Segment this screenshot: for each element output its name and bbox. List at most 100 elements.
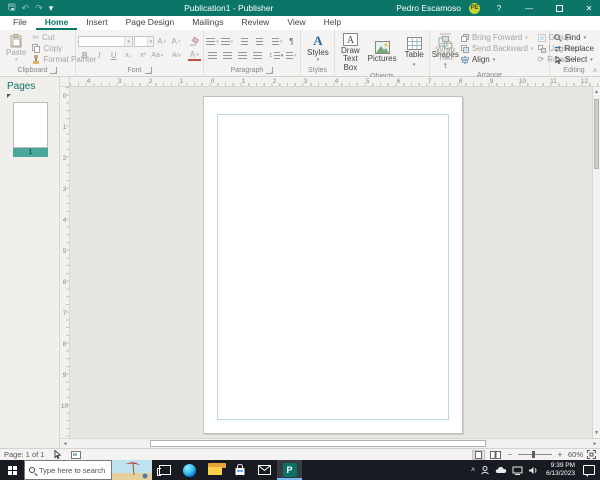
scroll-left-icon[interactable]: ◄ <box>60 439 70 448</box>
single-page-view-button[interactable] <box>471 449 485 460</box>
taskbar-search[interactable]: Type here to search <box>24 460 112 480</box>
volume-icon[interactable] <box>528 466 538 475</box>
styles-button[interactable]: A Styles ▾ <box>303 32 333 65</box>
scroll-up-icon[interactable]: ▲ <box>593 87 600 97</box>
font-size-input[interactable] <box>135 37 148 46</box>
minimize-button[interactable]: — <box>518 0 540 16</box>
file-explorer-button[interactable] <box>202 460 227 480</box>
ribbon-tab[interactable]: Page Design <box>117 15 184 30</box>
decrease-indent-button[interactable] <box>238 36 251 48</box>
align-button[interactable]: Align ▾ <box>459 54 536 65</box>
tray-chevron-icon[interactable]: ˄ <box>471 467 475 474</box>
task-view-button[interactable] <box>152 460 177 480</box>
edge-browser-button[interactable] <box>177 460 202 480</box>
borders-button[interactable]: ▾ <box>284 50 298 62</box>
bullets-button[interactable]: ▾ <box>206 36 219 48</box>
change-case-button[interactable]: Aa ▾ <box>151 50 165 62</box>
news-widget-thumbnail[interactable] <box>112 460 152 480</box>
horizontal-scrollbar[interactable]: ◄ ► <box>60 438 600 448</box>
ribbon-tab[interactable]: Insert <box>77 15 116 30</box>
page-thumbnail-number[interactable]: 1 <box>13 148 48 157</box>
taskbar-clock[interactable]: 9:39 PM 6/13/2023 <box>543 462 578 479</box>
vertical-ruler[interactable]: 0 1 2 3 4 5 6 7 8 9 10 <box>60 87 70 438</box>
align-left-button[interactable] <box>206 50 220 62</box>
wrap-text-button[interactable]: Wrap Text ▾ <box>432 32 459 72</box>
paragraph-dialog-launcher-icon[interactable] <box>266 67 274 75</box>
collapse-ribbon-icon[interactable]: ˄ <box>593 68 597 75</box>
help-button[interactable]: ? <box>488 0 510 16</box>
clipboard-dialog-launcher-icon[interactable] <box>50 67 58 75</box>
two-page-view-button[interactable] <box>489 450 502 460</box>
ribbon-tab[interactable]: Home <box>35 15 78 30</box>
paste-button[interactable]: Paste ▾ <box>2 32 30 65</box>
customize-qat-icon[interactable]: ▾ <box>49 3 54 14</box>
select-button[interactable]: Select ▾ <box>552 54 596 65</box>
horizontal-ruler[interactable]: 4 3 2 1 0 1 2 3 4 5 6 7 8 9 10 11 12 <box>70 77 600 87</box>
zoom-in-button[interactable]: + <box>556 450 564 459</box>
draw-text-box-button[interactable]: A Draw Text Box <box>337 32 364 73</box>
special-characters-button[interactable]: ¶ <box>285 36 298 48</box>
justify-button[interactable] <box>250 50 264 62</box>
increase-indent-button[interactable] <box>253 36 266 48</box>
scroll-down-icon[interactable]: ▼ <box>593 428 600 438</box>
line-spacing-button[interactable]: ↕ ▾ <box>269 50 283 62</box>
bring-forward-button[interactable]: Bring Forward ▾ <box>459 32 536 43</box>
collapse-pages-panel-icon[interactable] <box>7 94 11 98</box>
start-button[interactable] <box>0 460 24 480</box>
close-button[interactable]: ✕ <box>578 0 600 16</box>
onedrive-icon[interactable] <box>495 466 507 474</box>
italic-button[interactable]: I <box>93 50 107 62</box>
people-icon[interactable] <box>480 465 490 475</box>
undo-icon[interactable]: ↶ <box>22 3 30 14</box>
font-name-combobox[interactable]: ▾ <box>78 36 134 47</box>
font-dialog-launcher-icon[interactable] <box>144 67 152 75</box>
columns-button[interactable]: ▾ <box>271 36 284 48</box>
pictures-button[interactable]: Pictures <box>364 32 401 73</box>
ribbon-tab[interactable]: File <box>4 15 36 30</box>
underline-button[interactable]: U <box>107 50 121 62</box>
character-spacing-button[interactable]: AV ▾ <box>169 50 183 62</box>
scroll-right-icon[interactable]: ► <box>590 439 600 448</box>
subscript-button[interactable]: x₂ <box>122 50 136 62</box>
ribbon-tab[interactable]: Review <box>232 15 278 30</box>
avatar[interactable]: PE <box>469 2 480 14</box>
vertical-scroll-thumb[interactable] <box>594 99 599 169</box>
fit-page-icon[interactable] <box>587 450 596 459</box>
ribbon-tab[interactable]: View <box>278 15 314 30</box>
zoom-level[interactable]: 60% <box>568 450 583 459</box>
publication-page[interactable] <box>203 96 463 434</box>
horizontal-scroll-thumb[interactable] <box>150 440 486 447</box>
network-icon[interactable] <box>512 466 523 475</box>
clear-formatting-button[interactable] <box>188 36 201 48</box>
canvas[interactable] <box>70 87 592 438</box>
mail-button[interactable] <box>252 460 277 480</box>
save-icon[interactable]: 🖫 <box>8 0 16 16</box>
action-center-icon[interactable] <box>583 465 595 477</box>
restore-button[interactable] <box>548 0 570 16</box>
send-backward-button[interactable]: Send Backward ▾ <box>459 43 536 54</box>
align-right-button[interactable] <box>236 50 250 62</box>
page-indicator[interactable]: Page: 1 of 1 <box>4 450 44 459</box>
font-name-input[interactable] <box>79 37 125 46</box>
bold-button[interactable]: B <box>78 50 92 62</box>
page-thumbnail[interactable] <box>13 102 48 148</box>
table-button[interactable]: Table ▾ <box>401 32 428 73</box>
replace-button[interactable]: Replace <box>552 43 596 54</box>
zoom-slider[interactable] <box>517 451 552 458</box>
find-button[interactable]: Find ▾ <box>552 32 596 43</box>
font-size-combobox[interactable]: ▾ <box>134 36 155 47</box>
zoom-out-button[interactable]: − <box>506 450 514 459</box>
numbering-button[interactable]: ▾ <box>220 36 233 48</box>
superscript-button[interactable]: x² <box>136 50 150 62</box>
publisher-app-button[interactable]: P <box>277 460 302 480</box>
align-center-button[interactable] <box>221 50 235 62</box>
zoom-slider-thumb[interactable] <box>531 451 535 458</box>
vertical-scrollbar[interactable]: ▲ ▼ <box>592 87 600 438</box>
shrink-font-button[interactable]: A ˅ <box>169 36 182 48</box>
store-button[interactable] <box>227 460 252 480</box>
account-name[interactable]: Pedro Escamoso <box>396 3 461 13</box>
redo-icon[interactable]: ↷ <box>35 3 43 14</box>
grow-font-button[interactable]: A ˄ <box>155 36 168 48</box>
ribbon-tab[interactable]: Mailings <box>183 15 232 30</box>
font-color-button[interactable]: A ▾ <box>187 50 202 61</box>
